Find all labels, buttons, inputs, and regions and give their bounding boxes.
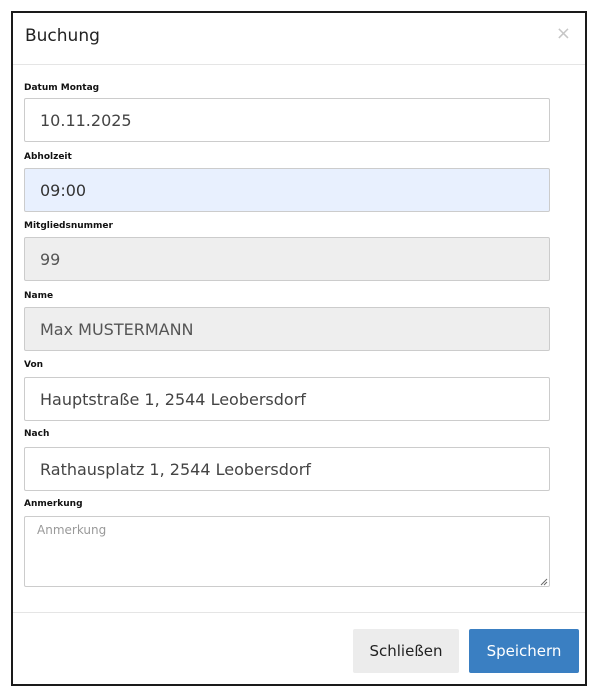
nach-label: Nach	[24, 429, 50, 439]
booking-dialog: Buchung × Datum Montag Abholzeit Mitglie…	[11, 11, 587, 686]
close-icon[interactable]: ×	[556, 22, 571, 46]
close-button[interactable]: Schließen	[353, 629, 459, 673]
dialog-footer: Schließen Speichern	[13, 612, 585, 685]
anmerkung-label: Anmerkung	[24, 499, 83, 509]
abholzeit-input[interactable]	[24, 168, 550, 212]
dialog-header: Buchung ×	[13, 13, 585, 65]
datum-label: Datum Montag	[24, 83, 100, 93]
resize-handle-icon[interactable]	[540, 578, 548, 586]
von-label: Von	[24, 360, 44, 370]
save-button[interactable]: Speichern	[469, 629, 579, 673]
name-input[interactable]	[24, 307, 550, 351]
name-label: Name	[24, 291, 54, 301]
mitgliedsnummer-input[interactable]	[24, 237, 550, 281]
datum-input[interactable]	[24, 98, 550, 142]
nach-input[interactable]	[24, 447, 550, 491]
abholzeit-label: Abholzeit	[24, 152, 72, 162]
dialog-title: Buchung	[25, 26, 100, 46]
von-input[interactable]	[24, 377, 550, 421]
mitgliedsnummer-label: Mitgliedsnummer	[24, 221, 113, 231]
anmerkung-textarea[interactable]	[24, 516, 550, 587]
